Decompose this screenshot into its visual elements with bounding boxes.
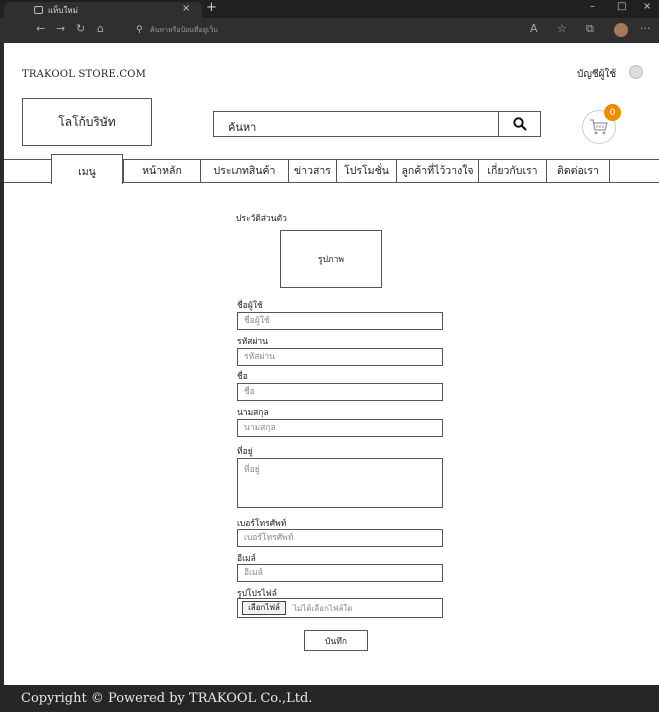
username-field[interactable]: ชื่อผู้ใช้ [237, 312, 443, 330]
account-icon[interactable] [629, 65, 643, 79]
first-name-label: ชื่อ [237, 372, 248, 382]
address-label: ที่อยู่ [237, 447, 253, 457]
search-placeholder: ค้นหา [228, 121, 257, 134]
password-field[interactable]: รหัสผ่าน [237, 348, 443, 366]
email-label: อีเมล์ [237, 554, 256, 564]
nav-item-menu[interactable]: เมนู [51, 154, 123, 184]
section-title: ประวัติส่วนตัว [236, 214, 287, 224]
magnifier-icon [512, 117, 527, 131]
cart-icon [590, 119, 608, 135]
nav-item-categories[interactable]: ประเภทสินค้า [200, 160, 288, 182]
nav-item-contact[interactable]: ติดต่อเรา [546, 160, 610, 182]
last-name-field[interactable]: นามสกุล [237, 419, 443, 437]
forward-icon[interactable]: → [56, 22, 65, 35]
main-nav: เมนู หน้าหลัก ประเภทสินค้า ข่าวสาร โปรโม… [4, 154, 659, 184]
more-icon[interactable]: ··· [640, 22, 651, 35]
logo-label: โลโก้บริษัท [58, 114, 116, 129]
refresh-icon[interactable]: ↻ [76, 22, 85, 35]
nav-item-trusted-customers[interactable]: ลูกค้าที่ไว้วางใจ [396, 160, 478, 182]
minimize-button[interactable]: – [590, 1, 595, 12]
web-page: TRAKOOL STORE.COM บัญชีผู้ใช้ โลโก้บริษั… [4, 43, 659, 685]
file-input[interactable]: เลือกไฟล์ ไม่ได้เลือกไฟล์ใด [237, 598, 443, 618]
collections-icon[interactable]: ⧉ [586, 22, 594, 36]
favorites-icon[interactable]: ☆ [557, 22, 567, 35]
new-tab-button[interactable]: + [206, 0, 217, 15]
save-button[interactable]: บันทึก [304, 630, 368, 651]
photo-label: รูปภาพ [318, 255, 344, 265]
search-button[interactable] [498, 112, 540, 136]
account-link[interactable]: บัญชีผู้ใช้ [577, 67, 616, 82]
nav-item-news[interactable]: ข่าวสาร [288, 160, 336, 182]
home-icon[interactable]: ⌂ [97, 22, 104, 35]
site-name[interactable]: TRAKOOL STORE.COM [22, 69, 146, 80]
copyright-text: Copyright © Powered by TRAKOOL Co.,Ltd. [21, 691, 313, 706]
footer: Copyright © Powered by TRAKOOL Co.,Ltd. [0, 685, 659, 712]
phone-label: เบอร์โทรศัพท์ [237, 519, 287, 529]
address-field[interactable]: ที่อยู่ [237, 458, 443, 508]
address-text: ค้นหาหรือป้อนที่อยู่เว็บ [150, 26, 218, 34]
address-bar[interactable]: ⚲ ค้นหาหรือป้อนที่อยู่เว็บ [136, 23, 516, 38]
phone-field[interactable]: เบอร์โทรศัพท์ [237, 529, 443, 547]
close-window-button[interactable]: × [643, 1, 651, 12]
choose-file-button[interactable]: เลือกไฟล์ [242, 601, 286, 615]
last-name-label: นามสกุล [237, 408, 269, 418]
read-aloud-icon[interactable]: A [530, 22, 538, 35]
nav-item-about[interactable]: เกี่ยวกับเรา [478, 160, 546, 182]
browser-tab[interactable]: แท็บใหม่ × [4, 2, 202, 18]
maximize-button[interactable]: □ [617, 1, 626, 12]
profile-photo[interactable]: รูปภาพ [280, 230, 382, 288]
company-logo[interactable]: โลโก้บริษัท [22, 98, 152, 146]
nav-item-home[interactable]: หน้าหลัก [123, 160, 200, 182]
file-status: ไม่ได้เลือกไฟล์ใด [293, 604, 353, 613]
tab-title: แท็บใหม่ [48, 6, 78, 15]
save-label: บันทึก [325, 636, 347, 647]
email-field[interactable]: อีเมล์ [237, 564, 443, 582]
browser-toolbar: ← → ↻ ⌂ ⚲ ค้นหาหรือป้อนที่อยู่เว็บ A ☆ ⧉… [0, 18, 659, 43]
search-icon: ⚲ [136, 25, 143, 35]
profile-icon[interactable] [614, 23, 628, 37]
first-name-field[interactable]: ชื่อ [237, 383, 443, 401]
nav-item-promotions[interactable]: โปรโมชั่น [336, 160, 396, 182]
tab-favicon-icon [34, 6, 43, 14]
back-icon[interactable]: ← [36, 22, 45, 35]
tab-close-icon[interactable]: × [182, 3, 190, 14]
password-label: รหัสผ่าน [237, 337, 268, 347]
browser-titlebar: แท็บใหม่ × + – □ × [0, 0, 659, 18]
username-label: ชื่อผู้ใช้ [237, 301, 263, 311]
cart-count-badge: 0 [604, 104, 621, 121]
search-input[interactable]: ค้นหา [213, 111, 541, 137]
